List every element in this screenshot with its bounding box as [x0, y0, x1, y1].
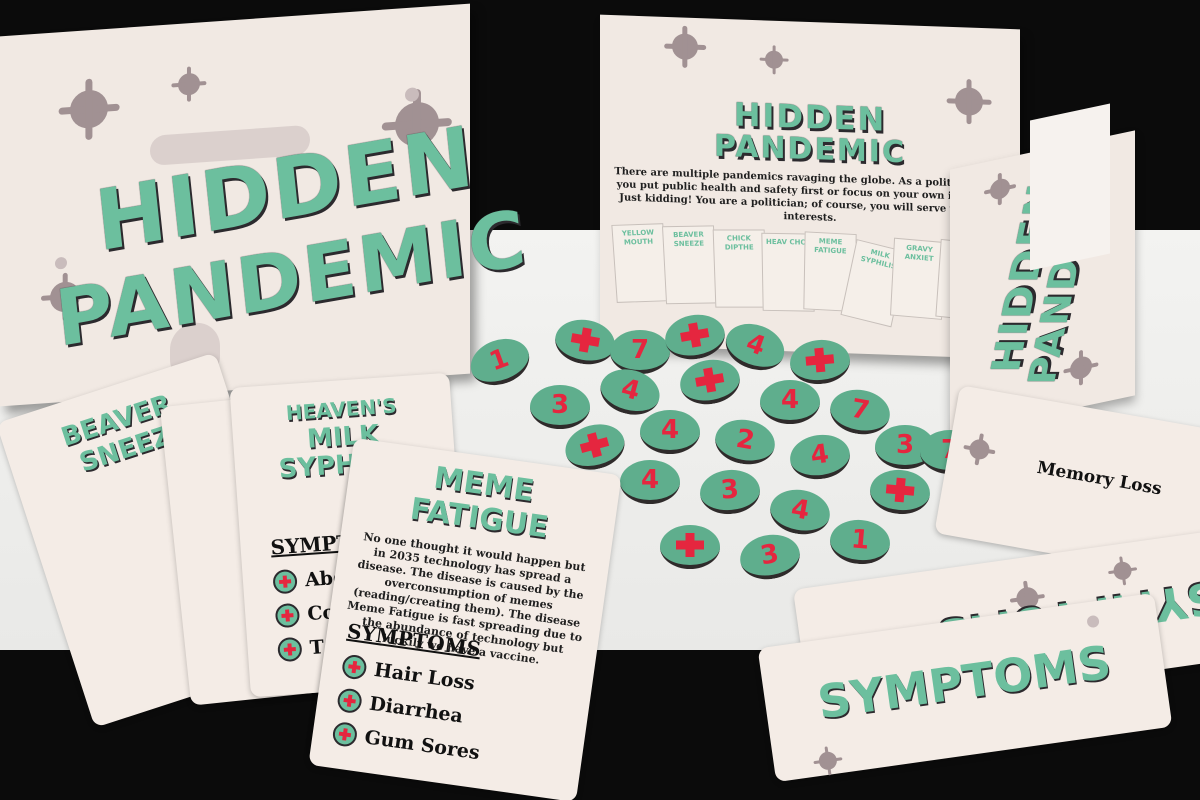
- virus-icon: [70, 88, 108, 130]
- virus-icon: [817, 750, 839, 771]
- virus-icon: [1070, 354, 1092, 382]
- plus-token[interactable]: [868, 467, 932, 517]
- plus-token[interactable]: [551, 315, 619, 369]
- photo-scene: HIDDEN PANDEMIC HIDDEN PANDEMIC There ar…: [0, 0, 1200, 800]
- number-token[interactable]: 4: [640, 410, 700, 454]
- number-token[interactable]: 3: [736, 530, 804, 584]
- disease-card-meme-fatigue[interactable]: MEME FATIGUE No one thought it would hap…: [308, 437, 622, 800]
- number-token[interactable]: 4: [766, 485, 834, 539]
- number-token[interactable]: 2: [711, 415, 779, 469]
- symptom-text: T: [309, 636, 325, 660]
- symptom-list: Hair Loss Diarrhea Gum Sores: [330, 644, 492, 776]
- plus-badge-icon: [331, 720, 359, 748]
- plus-badge-icon: [277, 636, 303, 663]
- virus-icon: [765, 50, 783, 70]
- symptom-card-label: Memory Loss: [1035, 457, 1164, 500]
- plus-token[interactable]: [788, 337, 852, 387]
- symptom-text: Gum Sores: [363, 726, 482, 765]
- plus-token[interactable]: [661, 310, 729, 364]
- number-token[interactable]: 1: [464, 331, 536, 393]
- mini-card: YELLOW MOUTH: [611, 223, 669, 303]
- number-token[interactable]: 4: [620, 460, 680, 504]
- number-token[interactable]: 3: [530, 385, 590, 429]
- virus-icon: [990, 176, 1010, 202]
- plus-token[interactable]: [660, 525, 720, 569]
- dot-shape: [1086, 614, 1100, 629]
- mini-card: CHICK DIPTHE: [712, 229, 768, 308]
- virus-icon: [1112, 560, 1133, 581]
- mini-card: BEAVER SNEEZE: [661, 225, 719, 305]
- symptom-text: Diarrhea: [367, 692, 465, 728]
- number-token[interactable]: 4: [760, 380, 820, 424]
- box-back-title-line2: PANDEMIC: [714, 128, 906, 171]
- number-token[interactable]: 7: [610, 330, 670, 374]
- virus-icon: [178, 72, 200, 96]
- symptom-text: Hair Loss: [372, 658, 477, 695]
- symptom-card-title: SYMPTOMS: [814, 634, 1115, 730]
- plus-badge-icon: [340, 653, 368, 681]
- virus-icon: [967, 437, 992, 461]
- rulebook-back-page: [1030, 103, 1110, 271]
- plus-badge-icon: [336, 687, 364, 715]
- plus-badge-icon: [274, 602, 301, 629]
- virus-icon: [672, 33, 698, 61]
- dot-shape: [55, 256, 67, 270]
- plus-token[interactable]: [676, 355, 744, 409]
- number-token[interactable]: 1: [828, 517, 892, 567]
- number-token[interactable]: 3: [698, 467, 762, 517]
- number-token[interactable]: 4: [787, 431, 853, 483]
- game-box-front: HIDDEN PANDEMIC: [0, 3, 532, 407]
- virus-icon: [955, 87, 983, 117]
- plus-badge-icon: [272, 568, 298, 595]
